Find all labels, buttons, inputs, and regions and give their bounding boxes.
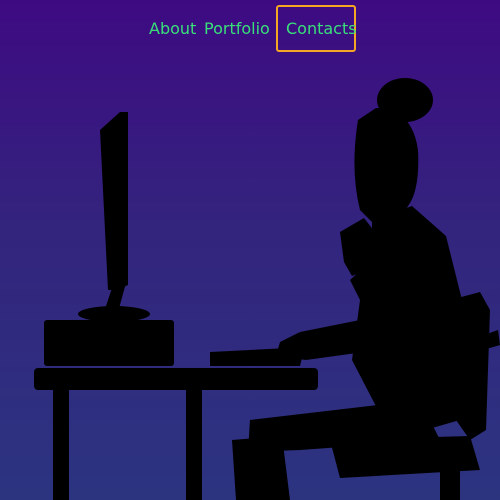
monitor-screen [100,112,128,290]
computer-box [44,320,174,366]
page: About Portfolio Contacts [0,0,500,500]
desk-leg-left [53,388,69,500]
person-lower-leg [232,436,290,500]
desk-leg-right [186,388,202,500]
main-nav: About Portfolio Contacts [0,0,500,60]
nav-link-portfolio[interactable]: Portfolio [204,19,270,39]
chair-post [440,470,460,500]
monitor-base [78,306,150,322]
hero-illustration [34,78,500,500]
nav-link-about[interactable]: About [149,19,196,39]
desk-top [34,368,318,390]
person-arm [276,320,364,360]
nav-link-contacts[interactable]: Contacts [286,19,357,39]
